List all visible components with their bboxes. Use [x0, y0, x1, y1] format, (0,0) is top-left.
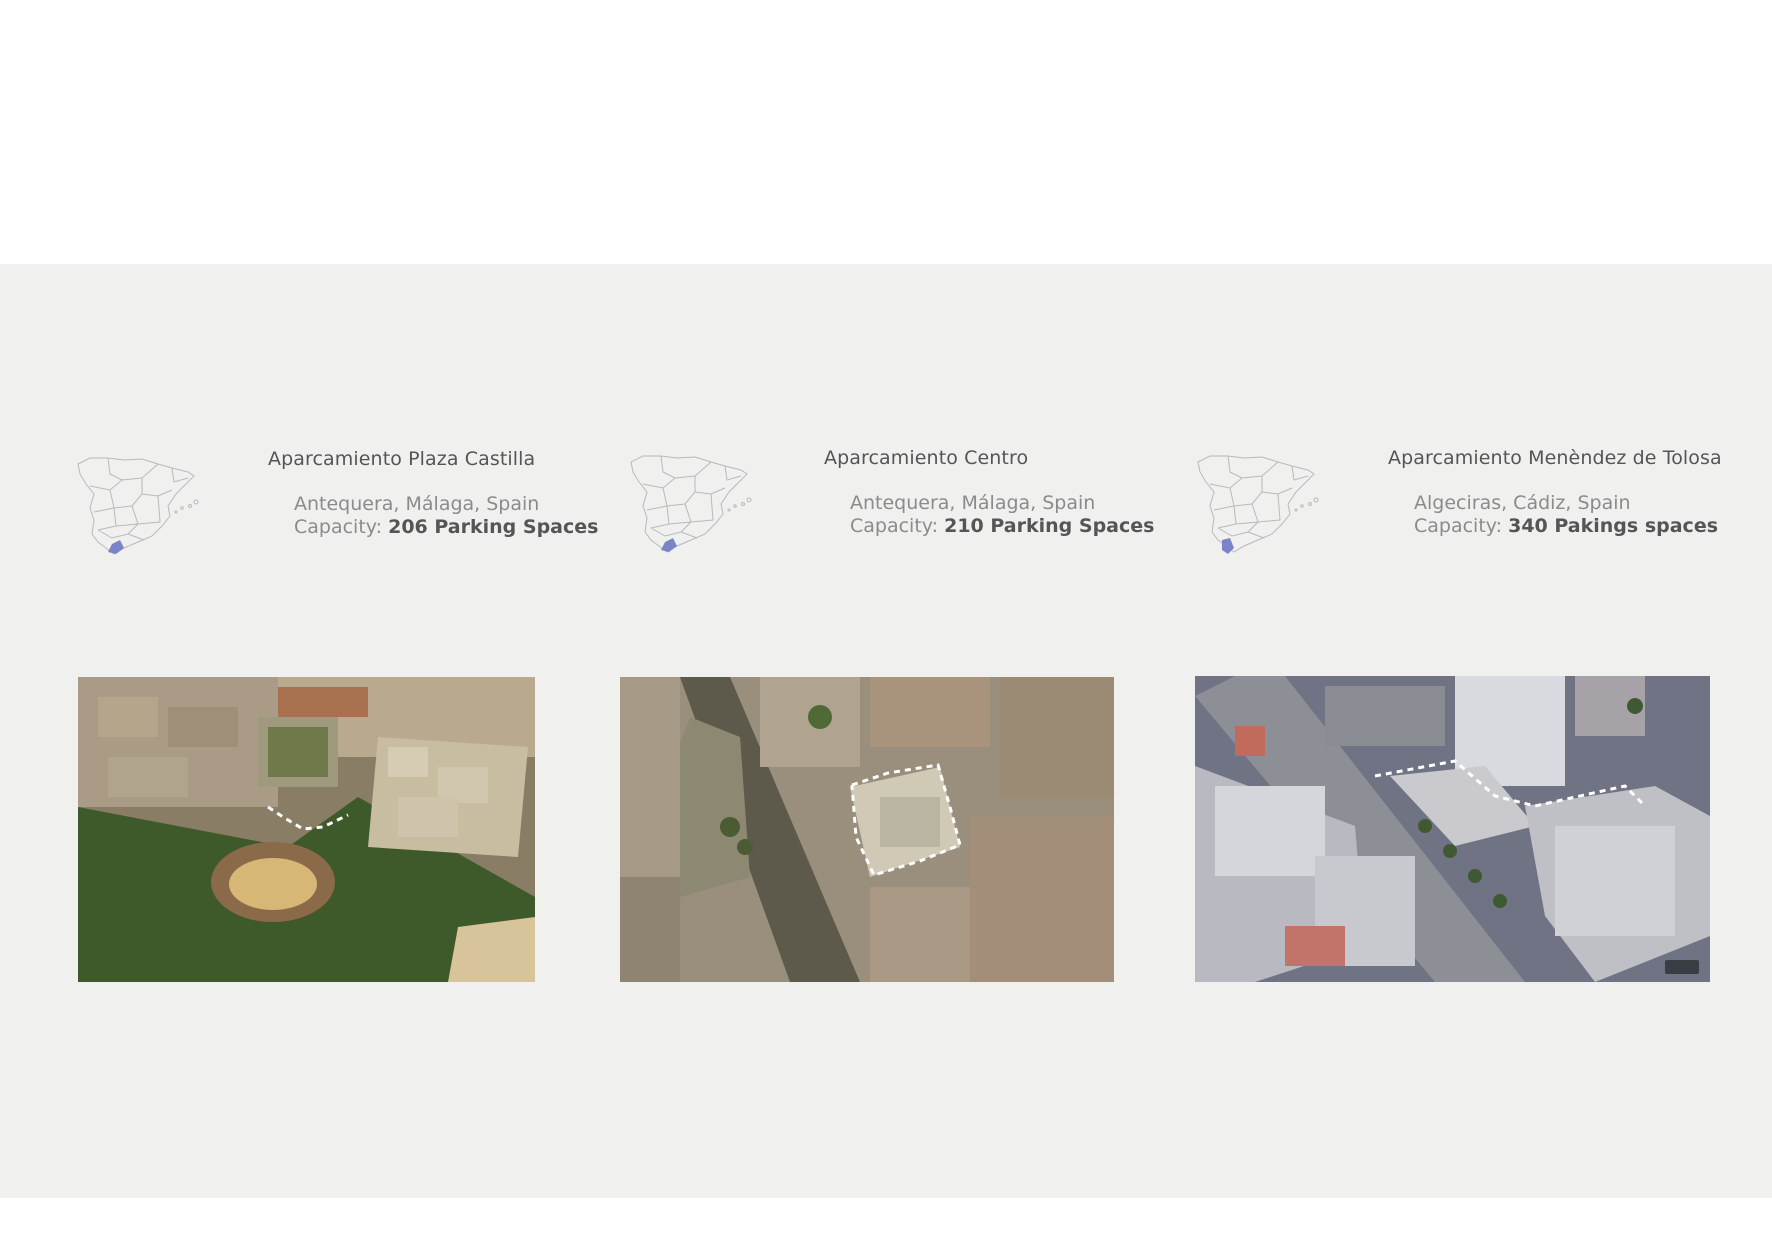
location-place: Algeciras, Cádiz, Spain	[1414, 492, 1631, 514]
location-title: Aparcamiento Menèndez de Tolosa	[1388, 447, 1722, 469]
location-title: Aparcamiento Plaza Castilla	[268, 448, 536, 470]
capacity-value: 206 Parking Spaces	[388, 516, 599, 538]
spain-map-icon	[625, 448, 765, 560]
location-capacity: Capacity: 210 Parking Spaces	[850, 515, 1154, 538]
location-place: Antequera, Málaga, Spain	[294, 493, 540, 515]
location-details: Antequera, Málaga, Spain Capacity: 206 P…	[294, 493, 598, 539]
location-place: Antequera, Málaga, Spain	[850, 492, 1096, 514]
location-details: Antequera, Málaga, Spain Capacity: 210 P…	[850, 492, 1154, 538]
parking-card-plaza-castilla: Aparcamiento Plaza Castilla Antequera, M…	[0, 264, 598, 1198]
aerial-photo-menendez-de-tolosa	[1195, 676, 1710, 982]
location-details: Algeciras, Cádiz, Spain Capacity: 340 Pa…	[1414, 492, 1718, 538]
aerial-photo-centro	[620, 677, 1114, 982]
location-capacity: Capacity: 206 Parking Spaces	[294, 516, 598, 539]
location-title: Aparcamiento Centro	[824, 447, 1029, 469]
capacity-label: Capacity:	[1414, 515, 1503, 537]
capacity-label: Capacity:	[850, 515, 939, 537]
capacity-label: Capacity:	[294, 516, 383, 538]
spain-map-icon	[1192, 448, 1332, 560]
capacity-value: 340 Pakings spaces	[1508, 515, 1719, 537]
location-capacity: Capacity: 340 Pakings spaces	[1414, 515, 1718, 538]
parking-card-centro: Aparcamiento Centro Antequera, Málaga, S…	[580, 264, 1154, 1198]
parking-card-menendez-de-tolosa: Aparcamiento Menèndez de Tolosa Algecira…	[1140, 264, 1772, 1198]
spain-map-icon	[72, 450, 212, 562]
aerial-photo-plaza-castilla	[78, 677, 535, 982]
capacity-value: 210 Parking Spaces	[944, 515, 1155, 537]
content-band: Aparcamiento Plaza Castilla Antequera, M…	[0, 264, 1772, 1198]
